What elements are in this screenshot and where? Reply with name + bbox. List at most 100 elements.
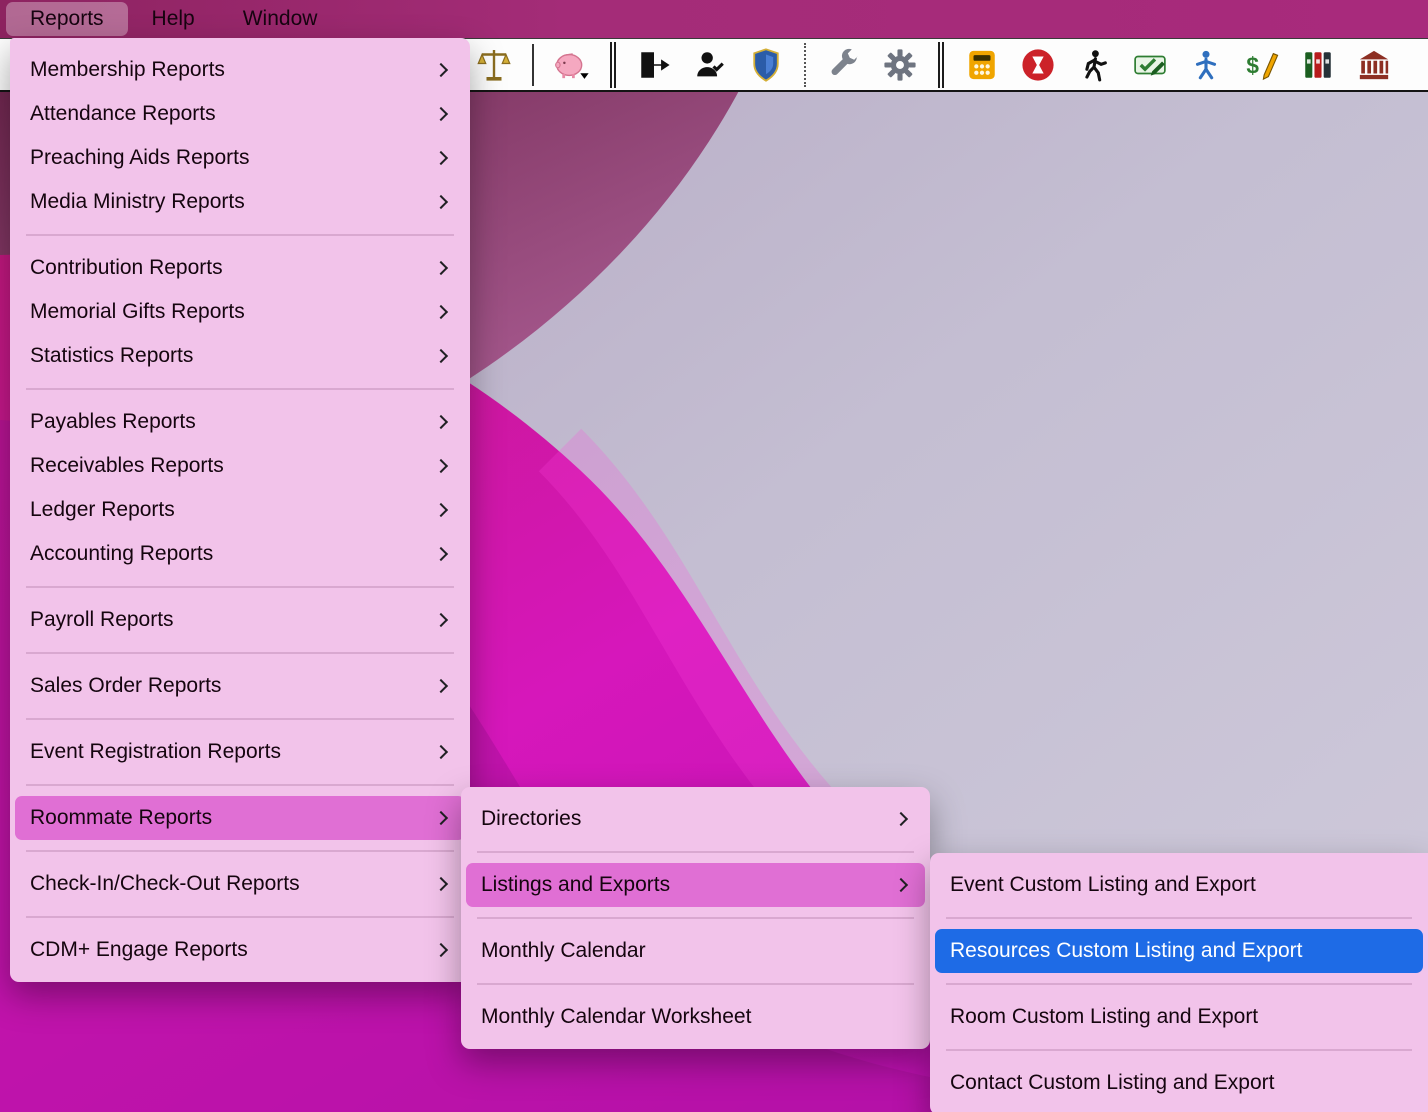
- menu-separator: [477, 983, 914, 985]
- toolbar-divider: [532, 44, 534, 86]
- menu-item-label: Payroll Reports: [30, 608, 174, 632]
- menu-item-roommate-reports[interactable]: Roommate Reports: [15, 796, 465, 840]
- menu-item-monthly-calendar[interactable]: Monthly Calendar: [466, 929, 925, 973]
- menu-item-label: Check-In/Check-Out Reports: [30, 872, 300, 896]
- toolbar-divider-double: [938, 42, 944, 88]
- menubar-item-label: Reports: [30, 7, 104, 31]
- walking-person-icon[interactable]: [1076, 45, 1112, 85]
- gear-icon[interactable]: [882, 45, 918, 85]
- menu-item-label: Resources Custom Listing and Export: [950, 939, 1303, 963]
- menu-item-attendance-reports[interactable]: Attendance Reports: [15, 92, 465, 136]
- menu-separator: [26, 234, 454, 236]
- menu-separator: [26, 784, 454, 786]
- shield-icon[interactable]: [748, 45, 784, 85]
- menu-item-memorial-gifts-reports[interactable]: Memorial Gifts Reports: [15, 290, 465, 334]
- menu-item-label: Sales Order Reports: [30, 674, 221, 698]
- submenu-chevron-icon: [434, 745, 448, 759]
- menu-item-payroll-reports[interactable]: Payroll Reports: [15, 598, 465, 642]
- menu-item-label: Attendance Reports: [30, 102, 216, 126]
- dollar-pencil-icon[interactable]: $: [1244, 45, 1280, 85]
- menu-item-room-custom-listing-and-export[interactable]: Room Custom Listing and Export: [935, 995, 1423, 1039]
- menu-separator: [26, 850, 454, 852]
- menu-item-label: CDM+ Engage Reports: [30, 938, 248, 962]
- menu-separator: [26, 586, 454, 588]
- menu-item-statistics-reports[interactable]: Statistics Reports: [15, 334, 465, 378]
- piggy-bank-icon[interactable]: [554, 45, 590, 85]
- submenu-chevron-icon: [434, 943, 448, 957]
- submenu-chevron-icon: [434, 305, 448, 319]
- submenu-chevron-icon: [434, 195, 448, 209]
- menubar-item-label: Window: [243, 7, 318, 31]
- menu-item-label: Preaching Aids Reports: [30, 146, 249, 170]
- toolbar-divider-double: [610, 42, 616, 88]
- menu-item-label: Contribution Reports: [30, 256, 223, 280]
- roommate-reports-submenu: Directories Listings and Exports Monthly…: [461, 787, 930, 1049]
- menu-item-membership-reports[interactable]: Membership Reports: [15, 48, 465, 92]
- submenu-chevron-icon: [894, 878, 908, 892]
- signature-check-icon[interactable]: [1132, 45, 1168, 85]
- menu-item-payables-reports[interactable]: Payables Reports: [15, 400, 465, 444]
- menu-item-label: Event Custom Listing and Export: [950, 873, 1256, 897]
- menu-item-accounting-reports[interactable]: Accounting Reports: [15, 532, 465, 576]
- menu-item-listings-and-exports[interactable]: Listings and Exports: [466, 863, 925, 907]
- submenu-chevron-icon: [434, 613, 448, 627]
- menu-item-sales-order-reports[interactable]: Sales Order Reports: [15, 664, 465, 708]
- menu-separator: [26, 718, 454, 720]
- menu-item-label: Payables Reports: [30, 410, 196, 434]
- menu-separator: [477, 917, 914, 919]
- scale-icon[interactable]: [476, 45, 512, 85]
- hourglass-icon[interactable]: [1020, 45, 1056, 85]
- submenu-chevron-icon: [434, 679, 448, 693]
- menu-separator: [26, 652, 454, 654]
- menu-separator: [26, 916, 454, 918]
- exit-door-icon[interactable]: [636, 45, 672, 85]
- menu-item-label: Listings and Exports: [481, 873, 670, 897]
- menu-separator: [26, 388, 454, 390]
- menu-item-label: Memorial Gifts Reports: [30, 300, 245, 324]
- menu-item-resources-custom-listing-and-export[interactable]: Resources Custom Listing and Export: [935, 929, 1423, 973]
- menubar-item-help[interactable]: Help: [128, 0, 219, 38]
- menu-item-label: Contact Custom Listing and Export: [950, 1071, 1275, 1095]
- calculator-icon[interactable]: [964, 45, 1000, 85]
- submenu-chevron-icon: [434, 349, 448, 363]
- menu-item-preaching-aids-reports[interactable]: Preaching Aids Reports: [15, 136, 465, 180]
- menu-item-event-registration-reports[interactable]: Event Registration Reports: [15, 730, 465, 774]
- menubar-item-window[interactable]: Window: [219, 0, 342, 38]
- menu-item-check-in-check-out-reports[interactable]: Check-In/Check-Out Reports: [15, 862, 465, 906]
- menubar-item-reports[interactable]: Reports: [6, 2, 128, 36]
- menu-separator: [477, 851, 914, 853]
- submenu-chevron-icon: [434, 811, 448, 825]
- menu-separator: [946, 917, 1412, 919]
- wrench-icon[interactable]: [826, 45, 862, 85]
- binders-icon[interactable]: [1300, 45, 1336, 85]
- bank-icon[interactable]: [1356, 45, 1392, 85]
- menu-item-label: Directories: [481, 807, 581, 831]
- menu-item-label: Room Custom Listing and Export: [950, 1005, 1258, 1029]
- menu-item-label: Receivables Reports: [30, 454, 224, 478]
- submenu-chevron-icon: [434, 459, 448, 473]
- menu-item-monthly-calendar-worksheet[interactable]: Monthly Calendar Worksheet: [466, 995, 925, 1039]
- menu-item-contribution-reports[interactable]: Contribution Reports: [15, 246, 465, 290]
- menu-item-label: Ledger Reports: [30, 498, 175, 522]
- submenu-chevron-icon: [434, 63, 448, 77]
- listings-and-exports-submenu: Event Custom Listing and Export Resource…: [930, 853, 1428, 1112]
- desktop: $ Reports Help Window Membership Reports…: [0, 0, 1428, 1112]
- menu-item-label: Monthly Calendar: [481, 939, 646, 963]
- menu-item-event-custom-listing-and-export[interactable]: Event Custom Listing and Export: [935, 863, 1423, 907]
- menu-item-media-ministry-reports[interactable]: Media Ministry Reports: [15, 180, 465, 224]
- menu-item-directories[interactable]: Directories: [466, 797, 925, 841]
- menu-item-label: Media Ministry Reports: [30, 190, 245, 214]
- reports-menu: Membership Reports Attendance Reports Pr…: [10, 38, 470, 982]
- menu-item-receivables-reports[interactable]: Receivables Reports: [15, 444, 465, 488]
- menu-item-label: Membership Reports: [30, 58, 225, 82]
- menu-separator: [946, 983, 1412, 985]
- person-arms-icon[interactable]: [1188, 45, 1224, 85]
- menubar: Reports Help Window: [0, 0, 1428, 38]
- submenu-chevron-icon: [434, 503, 448, 517]
- menu-item-cdm-engage-reports[interactable]: CDM+ Engage Reports: [15, 928, 465, 972]
- menu-item-contact-custom-listing-and-export[interactable]: Contact Custom Listing and Export: [935, 1061, 1423, 1105]
- submenu-chevron-icon: [434, 877, 448, 891]
- menu-item-ledger-reports[interactable]: Ledger Reports: [15, 488, 465, 532]
- person-check-icon[interactable]: [692, 45, 728, 85]
- menu-item-label: Statistics Reports: [30, 344, 193, 368]
